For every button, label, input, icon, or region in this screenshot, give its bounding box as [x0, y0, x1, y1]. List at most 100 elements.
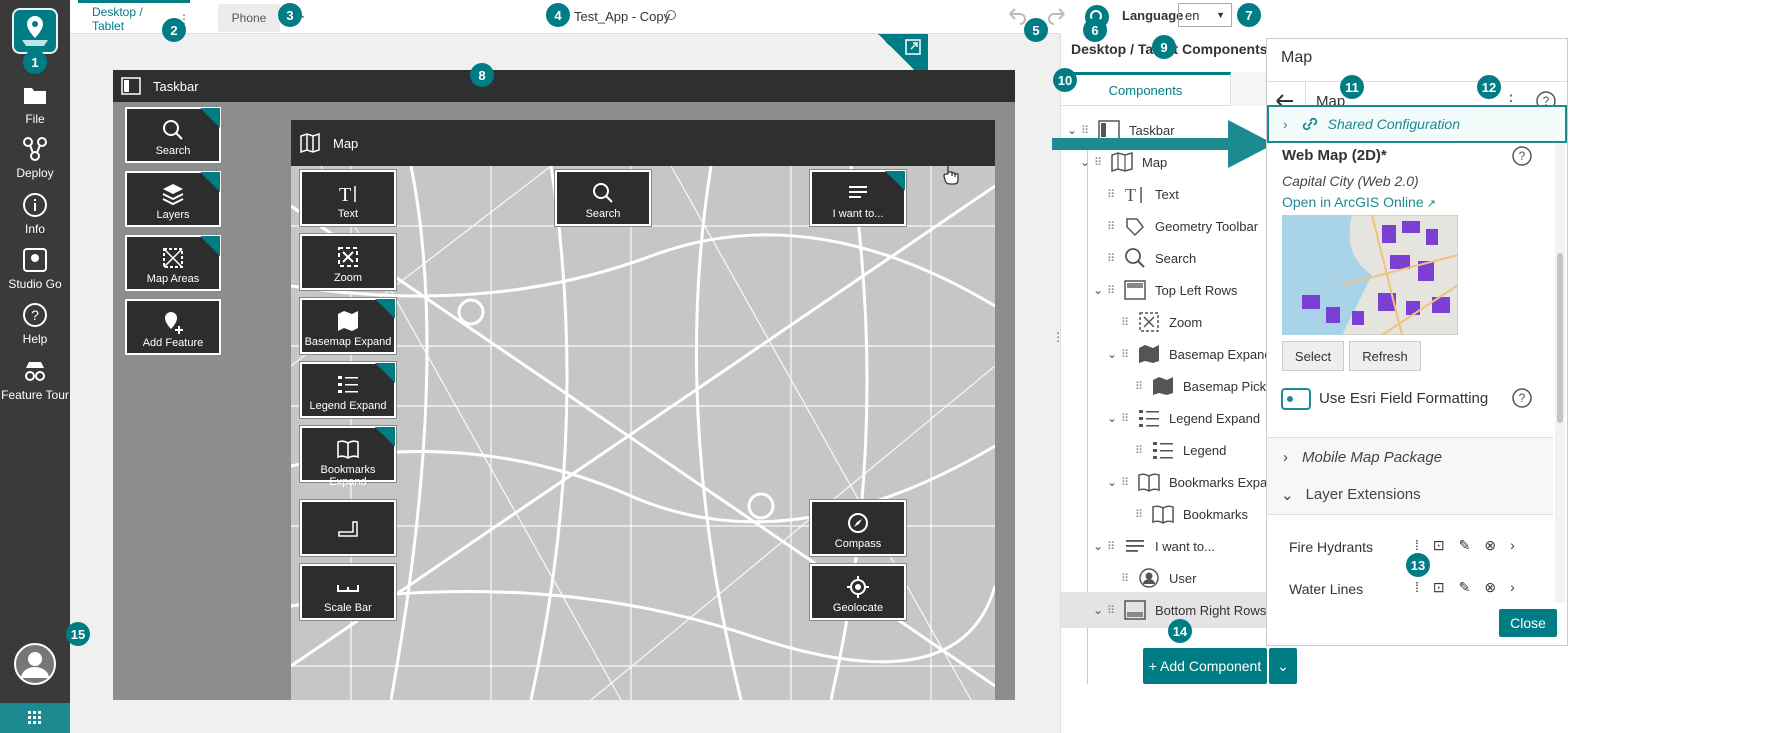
callout-badge: 3 — [278, 3, 302, 27]
basemap-icon — [1139, 345, 1159, 363]
user-avatar-icon[interactable] — [13, 642, 57, 686]
app-logo[interactable] — [12, 8, 58, 54]
map-i-want-to-tool[interactable]: I want to... — [810, 170, 906, 226]
pane-resize-handle[interactable]: ⋮ — [1052, 330, 1064, 350]
feature-tour-icon — [25, 362, 45, 381]
edit-icon[interactable]: ✎ — [1459, 579, 1471, 596]
close-button[interactable]: Close — [1499, 609, 1557, 637]
drag-handle-icon[interactable]: ⠿ — [1107, 284, 1117, 297]
taskbar-search-tool[interactable]: Search — [125, 107, 221, 163]
mobile-map-package-section[interactable]: › Mobile Map Package — [1267, 437, 1553, 477]
chevron-down-icon[interactable]: ⌄ — [1107, 411, 1121, 425]
zoom-layer-icon[interactable]: ⊡ — [1433, 579, 1445, 596]
compass-icon — [848, 513, 868, 533]
help-icon[interactable]: ? — [1511, 387, 1533, 409]
drag-handle-icon[interactable]: ⠿ — [1135, 508, 1145, 521]
popout-icon — [200, 172, 220, 192]
chevron-down-icon[interactable]: ⌄ — [1093, 539, 1107, 553]
esri-field-formatting-toggle[interactable] — [1281, 388, 1311, 410]
layer-water-lines[interactable]: Water Lines — [1289, 581, 1363, 597]
map-component[interactable]: Map T Text Zoom Basemap Expand Legend Exp… — [291, 120, 995, 700]
app-title: Test_App - Copy — [574, 9, 671, 24]
map-zoom-tool[interactable]: Zoom — [300, 234, 396, 290]
tab-phone[interactable]: Phone — [218, 4, 280, 32]
chevron-down-icon[interactable]: ⌄ — [1107, 475, 1121, 489]
sidebar-item-feature-tour[interactable]: Feature Tour — [0, 356, 70, 402]
drag-handle-icon[interactable]: ⠿ — [1107, 220, 1117, 233]
chevron-right-icon: › — [1283, 116, 1288, 132]
open-in-arcgis-link[interactable]: Open in ArcGIS Online ↗ — [1282, 194, 1436, 210]
drag-handle-icon[interactable]: ⠿ — [1107, 604, 1117, 617]
help-icon[interactable]: ? — [1511, 145, 1533, 167]
map-text-tool[interactable]: T Text — [300, 170, 396, 226]
chevron-down-icon[interactable]: ⌄ — [1093, 283, 1107, 297]
sidebar-item-file[interactable]: File — [0, 80, 70, 126]
chevron-down-icon[interactable]: ⌄ — [1107, 347, 1121, 361]
shared-configuration-row[interactable]: › Shared Configuration — [1267, 105, 1567, 143]
map-scale-bar-tool[interactable]: Scale Bar — [300, 564, 396, 620]
field-formatting-label: Use Esri Field Formatting — [1319, 390, 1489, 407]
text-icon: T — [1125, 185, 1142, 205]
tree-label: User — [1169, 570, 1197, 586]
callout-arrow — [1052, 120, 1274, 168]
layer-extensions-section[interactable]: ⌄ Layer Extensions — [1267, 475, 1553, 515]
drag-handle-icon[interactable]: ⠿ — [1135, 380, 1145, 393]
drag-handle-icon[interactable]: ⠿ — [1107, 188, 1117, 201]
ruler-icon — [338, 521, 358, 537]
drag-handle-icon[interactable]: ⠿ — [1107, 540, 1117, 553]
svg-text:?: ? — [1519, 149, 1526, 163]
taskbar-layers-tool[interactable]: Layers — [125, 171, 221, 227]
redo-icon[interactable] — [1046, 6, 1068, 26]
layer-actions-water-lines: ⁞ ⊡ ✎ ⊗ › — [1415, 579, 1515, 596]
taskbar-add-feature-tool[interactable]: Add Feature — [125, 299, 221, 355]
edit-icon[interactable]: ✎ — [1459, 537, 1471, 554]
config-scrollbar-thumb[interactable] — [1557, 253, 1563, 423]
map-basemap-expand-tool[interactable]: Basemap Expand — [300, 298, 396, 354]
chevron-right-icon[interactable]: › — [1510, 537, 1515, 554]
map-search-tool[interactable]: Search — [555, 170, 651, 226]
external-link-icon: ↗ — [1423, 198, 1436, 210]
remove-icon[interactable]: ⊗ — [1484, 537, 1496, 554]
search-icon — [163, 120, 183, 140]
drag-handle-icon[interactable]: ⠿ — [1121, 572, 1131, 585]
refresh-webmap-button[interactable]: Refresh — [1349, 341, 1421, 371]
tree-label: Bookmarks — [1183, 506, 1249, 522]
sidebar-item-deploy[interactable]: Deploy — [0, 134, 70, 180]
map-bookmarks-expand-tool[interactable]: Bookmarks Expand — [300, 426, 396, 488]
language-select[interactable]: en ▼ — [1178, 3, 1232, 27]
sidebar-item-info[interactable]: Info — [0, 190, 70, 236]
map-geolocate-tool[interactable]: Geolocate — [810, 564, 906, 620]
add-feature-icon — [165, 312, 183, 334]
map-compass-tool[interactable]: Compass — [810, 500, 906, 556]
map-measure-tool[interactable] — [300, 500, 396, 556]
remove-icon[interactable]: ⊗ — [1484, 579, 1496, 596]
apps-grid-button[interactable] — [0, 703, 70, 733]
drag-handle-icon[interactable]: ⠿ — [1135, 444, 1145, 457]
drag-handle-icon[interactable]: ⠿ — [1121, 316, 1131, 329]
layer-fire-hydrants[interactable]: Fire Hydrants — [1289, 539, 1373, 555]
callout-badge: 14 — [1168, 619, 1192, 643]
drag-handle-icon[interactable]: ⠿ — [1121, 476, 1131, 489]
taskbar-header[interactable]: Taskbar — [113, 70, 1015, 102]
map-header[interactable]: Map — [291, 120, 995, 166]
drag-handle-icon[interactable]: ⠿ — [1107, 252, 1117, 265]
select-webmap-button[interactable]: Select — [1282, 341, 1344, 371]
chevron-down-icon[interactable]: ⌄ — [1093, 603, 1107, 617]
tool-label: Bookmarks Expand — [320, 464, 376, 488]
sidebar-item-studio-go[interactable]: Studio Go — [0, 245, 70, 291]
tool-label: Search — [585, 208, 621, 220]
add-component-button[interactable]: + Add Component — [1143, 648, 1267, 684]
config-scrollbar[interactable] — [1555, 143, 1565, 603]
add-component-dropdown-button[interactable]: ⌄ — [1269, 648, 1297, 684]
map-legend-expand-tool[interactable]: Legend Expand — [300, 362, 396, 418]
search-icon — [593, 183, 613, 203]
drag-handle-icon[interactable]: ⠿ — [1121, 412, 1131, 425]
zoom-layer-icon[interactable]: ⊡ — [1433, 537, 1445, 554]
sidebar-item-help[interactable]: ? Help — [0, 300, 70, 346]
tab-components[interactable]: Components — [1061, 72, 1231, 106]
add-extension-icon[interactable]: ⁞ — [1415, 537, 1419, 554]
taskbar-map-areas-tool[interactable]: Map Areas — [125, 235, 221, 291]
drag-handle-icon[interactable]: ⠿ — [1121, 348, 1131, 361]
add-extension-icon[interactable]: ⁞ — [1415, 579, 1419, 596]
chevron-right-icon[interactable]: › — [1510, 579, 1515, 596]
